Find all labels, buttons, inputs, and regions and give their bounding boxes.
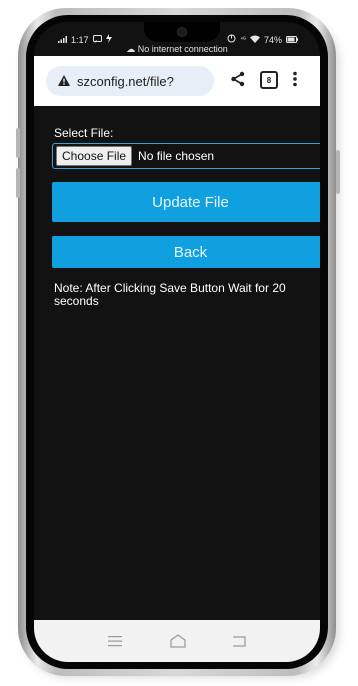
back-button[interactable]: Back (52, 236, 320, 268)
power-button (336, 150, 340, 194)
recents-icon[interactable] (108, 634, 122, 650)
no-internet-banner: ☁ No internet connection (34, 44, 320, 55)
wifi-icon (249, 35, 260, 45)
file-input[interactable]: Choose File No file chosen (52, 143, 320, 169)
choose-file-button[interactable]: Choose File (56, 146, 133, 166)
tab-switcher-button[interactable]: 8 (260, 71, 278, 89)
browser-toolbar: szconfig.net/file? 8 (34, 56, 320, 106)
update-file-button[interactable]: Update File (52, 182, 320, 222)
tab-count: 8 (266, 75, 272, 85)
address-bar[interactable]: szconfig.net/file? (46, 66, 214, 96)
volume-down-button (16, 168, 20, 198)
battery-icon (286, 35, 298, 45)
no-internet-text: No internet connection (137, 44, 228, 54)
no-file-text: No file chosen (138, 149, 215, 163)
note-text: Note: After Clicking Save Button Wait fo… (54, 281, 286, 308)
status-time: 1:17 (71, 34, 89, 45)
back-icon[interactable] (232, 634, 246, 650)
share-icon[interactable] (230, 71, 246, 92)
battery-percent: 74% (263, 34, 282, 45)
volume-up-button (16, 128, 20, 158)
home-icon[interactable] (170, 634, 186, 651)
system-nav-bar (34, 620, 320, 662)
more-vert-icon[interactable] (292, 71, 298, 92)
phone-screen: 1:17 ⁴ᴳ 74% ☁ No internet connection szc… (34, 22, 320, 662)
select-file-label: Select File: (54, 126, 114, 140)
warning-icon[interactable] (58, 74, 70, 89)
front-camera (177, 27, 187, 37)
message-icon (92, 34, 102, 45)
cloud-off-icon: ☁ (126, 44, 136, 54)
signal-icon (58, 35, 67, 45)
volte-icon: ⁴ᴳ (240, 36, 246, 43)
url-text[interactable]: szconfig.net/file? (77, 74, 174, 89)
status-bar: 1:17 ⁴ᴳ 74% ☁ No internet connection (34, 22, 320, 55)
